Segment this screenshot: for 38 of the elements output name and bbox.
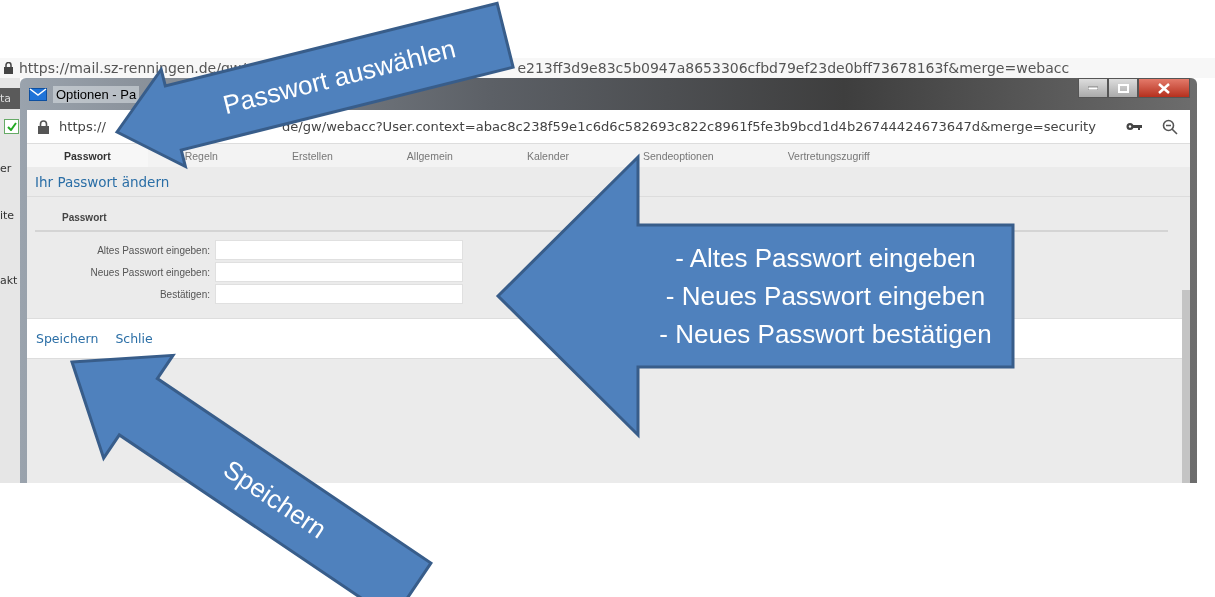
zoom-out-icon (1162, 118, 1178, 135)
action-link[interactable]: Speichern (36, 331, 99, 346)
page-text: ta (0, 88, 20, 109)
lock-icon (38, 119, 49, 134)
key-icon (1126, 122, 1142, 131)
page-text: ite (0, 209, 16, 222)
maximize-icon (1117, 83, 1129, 93)
tab[interactable]: Erstellen (254, 144, 370, 167)
tab[interactable]: Allgemein (369, 144, 490, 167)
minimize-icon (1088, 86, 1098, 90)
password-field[interactable] (215, 240, 463, 260)
url-text: https:// (59, 119, 106, 134)
minimize-button[interactable] (1078, 78, 1108, 98)
tab[interactable]: Vertretungszugriff (750, 144, 907, 167)
close-icon (1158, 82, 1170, 94)
tab[interactable]: Kalender (489, 144, 606, 167)
field-label: Neues Passwort eingeben: (89, 266, 210, 278)
close-button[interactable] (1138, 78, 1190, 98)
tab[interactable]: Regeln (147, 144, 255, 167)
page-text: er (0, 162, 13, 175)
page-text: akt (0, 274, 19, 287)
url-text: e213ff3d9e83c5b0947a8653306cfbd79ef23de0bff73678163f&merge=webacc (517, 60, 1070, 76)
mail-icon (29, 87, 47, 101)
action-link[interactable]: Schlie (115, 331, 153, 346)
lock-icon (4, 62, 13, 74)
check-icon (6, 122, 17, 131)
field-label: Altes Passwort eingeben: (96, 244, 210, 256)
tab[interactable]: Sendeoptionen (605, 144, 751, 167)
callout-text: - Altes Passwort eingeben - Neues Passwort eingeben - Neues Passwort bestätigen (659, 243, 992, 349)
password-field[interactable] (215, 262, 463, 282)
checkbox[interactable] (4, 119, 19, 134)
url-text: de/gw/webacc?User.context=abac8c238f59e1c6d6c582693c822c8961f5fe3b9bcd1d4b26744424673647d&merge=security (281, 119, 1096, 134)
password-field[interactable] (215, 284, 463, 304)
maximize-button[interactable] (1108, 78, 1138, 98)
field-label: Bestätigen: (158, 288, 210, 300)
scrollbar[interactable] (1182, 290, 1190, 483)
tab[interactable]: Passwort (27, 144, 148, 167)
window-title: Optionen - Pa (53, 85, 140, 103)
